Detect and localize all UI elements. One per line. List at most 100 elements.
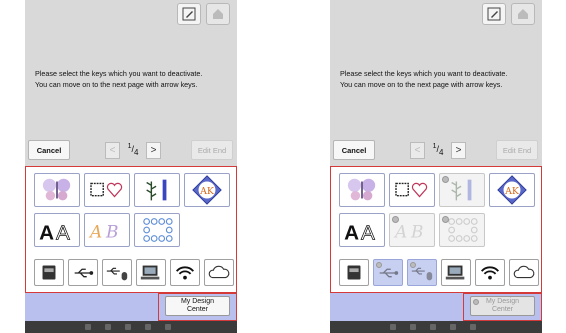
my-design-center-button[interactable]: My Design Center bbox=[470, 296, 535, 316]
usb-icon bbox=[74, 268, 94, 278]
embroidery-butterfly-key[interactable] bbox=[339, 173, 385, 207]
computer-key[interactable] bbox=[136, 259, 166, 286]
floral-border-key[interactable] bbox=[134, 173, 180, 207]
floral-border-key[interactable] bbox=[439, 173, 485, 207]
svg-text:A: A bbox=[88, 222, 102, 242]
alphabet-icon: AA bbox=[39, 221, 70, 245]
status-icon bbox=[85, 324, 91, 330]
keys-area: AK AA AB bbox=[330, 166, 542, 293]
deactivated-mark-icon bbox=[473, 299, 479, 305]
quilt-frame-key[interactable] bbox=[134, 213, 180, 247]
instruction-line-2: You can move on to the next page with ar… bbox=[35, 80, 198, 89]
machine-icon bbox=[347, 265, 361, 280]
edit-end-button[interactable]: Edit End bbox=[191, 140, 233, 160]
keys-area: AK AA AB bbox=[25, 166, 237, 293]
status-icon bbox=[470, 324, 476, 330]
page-navigator: < 1/4 > bbox=[105, 141, 161, 159]
wireless-key[interactable] bbox=[475, 259, 505, 286]
svg-text:B: B bbox=[410, 222, 423, 242]
usb-key-2[interactable] bbox=[102, 259, 132, 286]
usb-key-2[interactable] bbox=[407, 259, 437, 286]
computer-icon bbox=[140, 265, 160, 280]
instruction-text: Please select the keys which you want to… bbox=[340, 68, 535, 90]
page-total: 4 bbox=[133, 147, 139, 157]
svg-text:A: A bbox=[56, 221, 70, 244]
design-center-line-1: My Design bbox=[180, 298, 215, 305]
quilt-frame-icon bbox=[143, 218, 173, 242]
instruction-line-1: Please select the keys which you want to… bbox=[340, 69, 508, 78]
frame-heart-key[interactable] bbox=[84, 173, 130, 207]
page-current: 1 bbox=[432, 143, 437, 151]
home-icon bbox=[206, 3, 230, 25]
status-icon bbox=[145, 324, 151, 330]
frame-heart-icon bbox=[90, 182, 123, 198]
machine-memory-key[interactable] bbox=[34, 259, 64, 286]
svg-text:A: A bbox=[361, 221, 375, 244]
status-icon bbox=[105, 324, 111, 330]
status-icon bbox=[390, 324, 396, 330]
computer-key[interactable] bbox=[441, 259, 471, 286]
alphabet-icon: AA bbox=[344, 221, 375, 245]
usb-key-1[interactable] bbox=[373, 259, 403, 286]
instruction-line-2: You can move on to the next page with ar… bbox=[340, 80, 503, 89]
svg-text:B: B bbox=[105, 222, 118, 242]
monogram-icon: AK bbox=[497, 175, 527, 205]
page-total: 4 bbox=[438, 147, 444, 157]
alphabet-key[interactable]: AA bbox=[339, 213, 385, 247]
machine-memory-key[interactable] bbox=[339, 259, 369, 286]
top-area: Please select the keys which you want to… bbox=[330, 0, 542, 168]
status-icon bbox=[450, 324, 456, 330]
cloud-key[interactable] bbox=[204, 259, 234, 286]
home-icon bbox=[511, 3, 535, 25]
svg-text:A: A bbox=[344, 221, 359, 244]
computer-icon bbox=[445, 265, 465, 280]
prev-page-button[interactable]: < bbox=[410, 141, 425, 159]
embroidery-butterfly-key[interactable] bbox=[34, 173, 80, 207]
script-letters-key[interactable]: AB bbox=[84, 213, 130, 247]
cloud-icon bbox=[513, 265, 535, 279]
quilt-frame-key[interactable] bbox=[439, 213, 485, 247]
cloud-key[interactable] bbox=[509, 259, 539, 286]
floral-border-icon bbox=[451, 179, 472, 201]
svg-text:A: A bbox=[393, 222, 407, 242]
page-indicator: 1/4 bbox=[432, 143, 444, 157]
edit-end-button[interactable]: Edit End bbox=[496, 140, 538, 160]
design-center-line-2: Center bbox=[186, 306, 208, 313]
butterfly-design-icon bbox=[42, 178, 71, 201]
monogram-icon: AK bbox=[192, 175, 222, 205]
status-icon bbox=[430, 324, 436, 330]
monogram-key[interactable]: AK bbox=[489, 173, 535, 207]
svg-text:AK: AK bbox=[199, 186, 215, 197]
next-page-button[interactable]: > bbox=[146, 141, 161, 159]
edit-pencil-icon[interactable] bbox=[177, 3, 201, 25]
next-page-button[interactable]: > bbox=[451, 141, 466, 159]
alphabet-key[interactable]: AA bbox=[34, 213, 80, 247]
status-strip bbox=[25, 321, 237, 333]
wifi-icon bbox=[480, 266, 500, 280]
frame-heart-key[interactable] bbox=[389, 173, 435, 207]
instruction-line-1: Please select the keys which you want to… bbox=[35, 69, 203, 78]
page-indicator: 1/4 bbox=[127, 143, 139, 157]
cancel-button[interactable]: Cancel bbox=[28, 140, 70, 160]
usb-key-1[interactable] bbox=[68, 259, 98, 286]
script-letters-key[interactable]: AB bbox=[389, 213, 435, 247]
cancel-button[interactable]: Cancel bbox=[333, 140, 375, 160]
quilt-frame-icon bbox=[448, 218, 478, 242]
wifi-icon bbox=[175, 266, 195, 280]
edit-pencil-icon[interactable] bbox=[482, 3, 506, 25]
status-strip bbox=[330, 321, 542, 333]
script-letters-icon: AB bbox=[393, 222, 423, 242]
deactivate-keys-screen-before: Please select the keys which you want to… bbox=[25, 0, 237, 333]
page-current: 1 bbox=[127, 143, 132, 151]
my-design-center-button[interactable]: My Design Center bbox=[165, 296, 230, 316]
script-letters-icon: AB bbox=[88, 222, 118, 242]
status-icon bbox=[125, 324, 131, 330]
monogram-key[interactable]: AK bbox=[184, 173, 230, 207]
cloud-icon bbox=[208, 265, 230, 279]
status-icon bbox=[165, 324, 171, 330]
prev-page-button[interactable]: < bbox=[105, 141, 120, 159]
usb-mouse-icon bbox=[106, 267, 128, 281]
butterfly-design-icon bbox=[347, 178, 376, 201]
wireless-key[interactable] bbox=[170, 259, 200, 286]
instruction-text: Please select the keys which you want to… bbox=[35, 68, 230, 90]
